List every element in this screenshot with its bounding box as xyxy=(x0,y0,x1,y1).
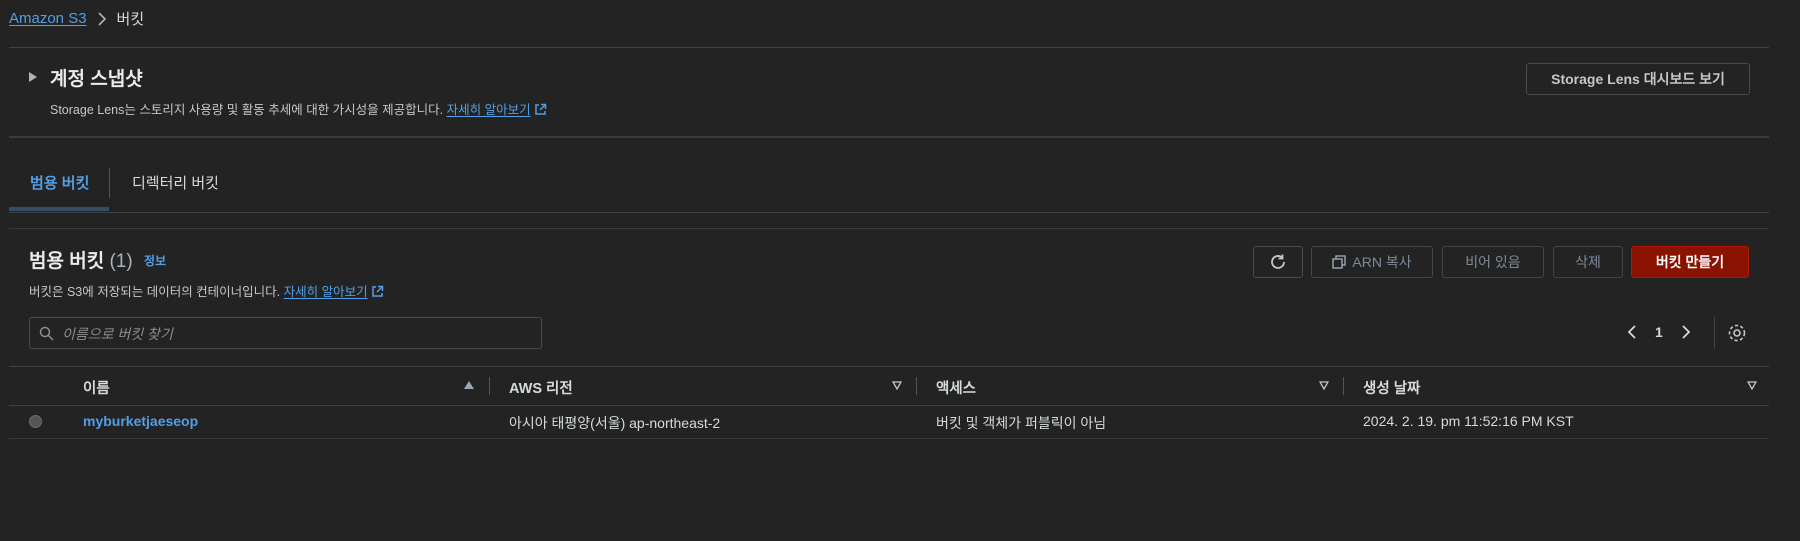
bucket-name-link[interactable]: myburketjaeseop xyxy=(83,413,198,429)
sort-ascending-icon[interactable] xyxy=(464,381,474,389)
buckets-learn-more-link[interactable]: 자세히 알아보기 xyxy=(284,285,368,299)
column-header-creation-date[interactable]: 생성 날짜 xyxy=(1363,377,1420,398)
copy-icon xyxy=(1332,255,1347,269)
next-page-icon[interactable] xyxy=(1681,324,1691,340)
settings-gear-icon[interactable] xyxy=(1727,323,1747,343)
bucket-search-box[interactable] xyxy=(29,317,542,350)
info-link[interactable]: 정보 xyxy=(144,254,166,268)
copy-arn-button[interactable]: ARN 복사 xyxy=(1311,246,1433,278)
pagination: 1 xyxy=(1627,324,1691,340)
current-page-number[interactable]: 1 xyxy=(1655,324,1663,340)
bucket-access: 버킷 및 객체가 퍼블릭이 아님 xyxy=(936,415,1107,431)
breadcrumb: Amazon S3 버킷 xyxy=(9,8,144,29)
snapshot-title[interactable]: 계정 스냅샷 xyxy=(50,64,143,91)
pager-divider xyxy=(1714,317,1715,349)
bucket-count: (1) xyxy=(109,251,133,272)
account-snapshot-panel: 계정 스냅샷 Storage Lens는 스토리지 사용량 및 활동 추세에 대… xyxy=(9,47,1769,138)
active-tab-indicator xyxy=(9,207,109,211)
search-icon xyxy=(39,326,54,341)
snapshot-learn-more-link[interactable]: 자세히 알아보기 xyxy=(447,103,531,117)
row-select-radio[interactable] xyxy=(29,415,42,428)
delete-bucket-button[interactable]: 삭제 xyxy=(1553,246,1623,278)
copy-arn-label: ARN 복사 xyxy=(1352,254,1412,270)
bucket-type-tabs: 범용 버킷 디렉터리 버킷 xyxy=(9,162,1769,213)
column-header-name[interactable]: 이름 xyxy=(83,377,110,398)
tab-directory-buckets[interactable]: 디렉터리 버킷 xyxy=(132,172,219,193)
column-header-region[interactable]: AWS 리전 xyxy=(509,377,573,398)
buckets-description: 버킷은 S3에 저장되는 데이터의 컨테이너입니다. 자세히 알아보기 xyxy=(29,281,384,300)
snapshot-description-text: Storage Lens는 스토리지 사용량 및 활동 추세에 대한 가시성을 … xyxy=(50,103,444,117)
sort-down-icon[interactable] xyxy=(892,381,902,390)
buckets-panel-title: 범용 버킷 (1) 정보 xyxy=(29,246,166,273)
table-row[interactable]: myburketjaeseop 아시아 태평양(서울) ap-northeast… xyxy=(9,404,1769,439)
sort-down-icon[interactable] xyxy=(1319,381,1329,390)
breadcrumb-current: 버킷 xyxy=(116,11,145,28)
sort-down-icon[interactable] xyxy=(1747,381,1757,390)
external-link-icon xyxy=(372,285,384,297)
snapshot-description: Storage Lens는 스토리지 사용량 및 활동 추세에 대한 가시성을 … xyxy=(50,99,547,118)
breadcrumb-amazon-s3-link[interactable]: Amazon S3 xyxy=(9,10,87,27)
bucket-table-header: 이름 AWS 리전 액세스 생성 날짜 xyxy=(9,366,1769,406)
bucket-search-input[interactable] xyxy=(60,318,534,350)
bucket-creation-date: 2024. 2. 19. pm 11:52:16 PM KST xyxy=(1363,413,1574,429)
column-divider xyxy=(489,377,490,395)
external-link-icon xyxy=(535,103,547,115)
buckets-learn-more-label: 자세히 알아보기 xyxy=(283,285,368,299)
refresh-icon xyxy=(1271,254,1285,269)
storage-lens-dashboard-button[interactable]: Storage Lens 대시보드 보기 xyxy=(1526,63,1750,95)
previous-page-icon[interactable] xyxy=(1627,324,1637,340)
column-divider xyxy=(1343,377,1344,395)
chevron-right-icon xyxy=(97,11,106,26)
bucket-region: 아시아 태평양(서울) ap-northeast-2 xyxy=(509,415,721,431)
tab-general-purpose-buckets[interactable]: 범용 버킷 xyxy=(30,172,89,193)
buckets-description-text: 버킷은 S3에 저장되는 데이터의 컨테이너입니다. xyxy=(29,285,281,299)
empty-bucket-button[interactable]: 비어 있음 xyxy=(1442,246,1544,278)
create-bucket-button[interactable]: 버킷 만들기 xyxy=(1631,246,1749,278)
expand-caret-icon[interactable] xyxy=(29,72,37,82)
snapshot-learn-more-label: 자세히 알아보기 xyxy=(446,103,531,117)
column-header-access[interactable]: 액세스 xyxy=(936,377,976,398)
tab-divider xyxy=(109,168,110,198)
buckets-title-text: 범용 버킷 xyxy=(29,251,105,272)
refresh-button[interactable] xyxy=(1253,246,1303,278)
column-divider xyxy=(916,377,917,395)
